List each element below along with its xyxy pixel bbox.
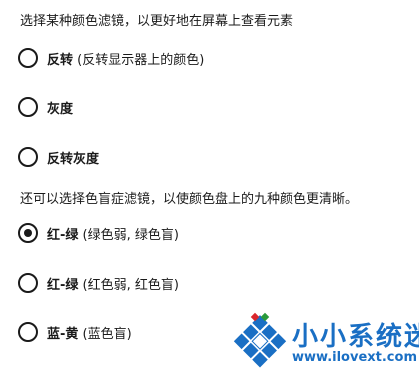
radio-deuteranopia[interactable]: 红-绿 (绿色弱, 绿色盲): [18, 221, 179, 245]
radio-label: 反转 (反转显示器上的颜色): [47, 49, 204, 68]
option-detail: (反转显示器上的颜色): [73, 52, 205, 68]
radio-tritanopia[interactable]: 蓝-黄 (蓝色盲): [18, 320, 132, 344]
diamond-logo-icon: [233, 312, 287, 368]
option-detail: (红色弱, 红色盲): [78, 277, 179, 293]
watermark-title: 小小系统迷: [292, 322, 419, 352]
radio-button-icon[interactable]: [18, 322, 38, 342]
option-detail: (绿色弱, 绿色盲): [78, 227, 179, 243]
radio-label: 红-绿 (红色弱, 红色盲): [47, 274, 179, 293]
color-filter-heading: 选择某种颜色滤镜，以更好地在屏幕上查看元素: [20, 14, 294, 29]
radio-inverted-grayscale[interactable]: 反转灰度: [18, 145, 99, 169]
option-name: 反转: [47, 52, 74, 68]
color-filters-settings: 选择某种颜色滤镜，以更好地在屏幕上查看元素 反转 (反转显示器上的颜色) 灰度 …: [0, 0, 419, 376]
radio-button-selected-icon[interactable]: [18, 223, 38, 243]
option-name: 灰度: [47, 101, 74, 117]
site-watermark: 小小系统迷 www.ilovext.com: [232, 312, 419, 372]
radio-button-icon[interactable]: [18, 48, 38, 68]
colorblind-filter-heading: 还可以选择色盲症滤镜，以使颜色盘上的九种颜色更清晰。: [20, 192, 359, 207]
radio-grayscale[interactable]: 灰度: [18, 95, 73, 119]
radio-label: 蓝-黄 (蓝色盲): [47, 323, 132, 342]
option-name: 红-绿: [47, 277, 79, 293]
radio-dot-icon: [24, 229, 32, 237]
radio-label: 红-绿 (绿色弱, 绿色盲): [47, 224, 179, 243]
radio-label: 灰度: [47, 98, 73, 117]
option-name: 红-绿: [47, 227, 79, 243]
option-name: 蓝-黄: [47, 326, 79, 342]
radio-protanopia[interactable]: 红-绿 (红色弱, 红色盲): [18, 271, 179, 295]
radio-button-icon[interactable]: [18, 97, 38, 117]
radio-label: 反转灰度: [47, 148, 99, 167]
watermark-url: www.ilovext.com: [292, 350, 417, 365]
radio-invert[interactable]: 反转 (反转显示器上的颜色): [18, 46, 204, 70]
radio-button-icon[interactable]: [18, 147, 38, 167]
option-name: 反转灰度: [47, 151, 100, 167]
option-detail: (蓝色盲): [78, 326, 132, 342]
radio-button-icon[interactable]: [18, 273, 38, 293]
